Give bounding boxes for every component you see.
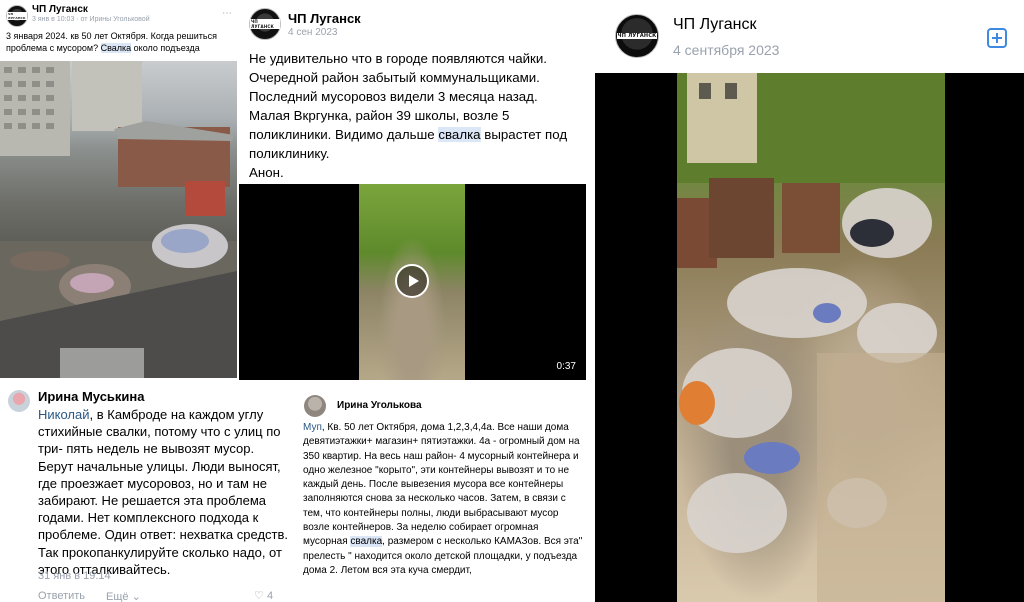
more-icon[interactable]: ⋯ [222,8,232,19]
mention-link[interactable]: Николай [38,407,90,422]
user-avatar[interactable] [304,395,326,417]
post-author[interactable]: ЧП Луганск [288,11,361,26]
comment-time[interactable]: 31 янв в 19:14 [38,570,111,582]
chevron-down-icon: ⌄ [131,591,141,602]
post-author[interactable]: ЧП Луганск [673,16,757,34]
comment-author[interactable]: Ирина Муськина [38,389,145,404]
post-meta: 3 янв в 10:03 · от Ирины Угольковой [32,16,150,23]
post-video[interactable] [595,73,1024,602]
more-button[interactable]: Ещё ⌄ [106,590,141,602]
group-avatar[interactable]: ЧП ЛУГАНСК [615,14,659,58]
user-avatar[interactable] [8,390,30,412]
post-photo[interactable] [0,61,237,378]
comment-card-e: Ирина Уголькова Муп, Кв. 50 лет Октября,… [295,383,585,602]
post-card-b: ЧП ЛУГАНСК ЧП Луганск 4 сен 2023 Не удив… [239,0,586,380]
mention-link[interactable]: Муп [303,422,322,433]
play-button[interactable] [395,264,429,298]
video-duration: 0:37 [556,361,576,372]
play-icon [409,275,419,287]
post-date: 4 сен 2023 [288,27,338,38]
comment-author[interactable]: Ирина Уголькова [337,400,422,411]
comment-text: Муп, Кв. 50 лет Октября, дома 1,2,3,4,4а… [303,422,583,576]
like-button[interactable]: ♡ 4 [254,589,273,602]
post-date: 4 сентября 2023 [673,42,780,58]
post-card-c: ЧП ЛУГАНСК ЧП Луганск 4 сентября 2023 [595,0,1024,602]
post-text: Не удивительно что в городе появляются ч… [249,51,568,180]
group-avatar[interactable]: ЧП ЛУГАНСК [249,8,281,40]
post-video[interactable]: 0:37 [239,184,586,380]
heart-icon: ♡ [254,590,264,602]
plus-square-icon[interactable] [987,28,1007,48]
post-text: 3 января 2024. кв 50 лет Октября. Когда … [6,31,217,53]
comment-text: Николай, в Камброде на каждом углу стихи… [38,407,288,577]
post-author[interactable]: ЧП Луганск [32,4,88,15]
comment-card-d: Ирина Муськина Николай, в Камброде на ка… [0,380,292,602]
video-frame [677,73,945,602]
post-card-a: ЧП ЛУГАНСК ЧП Луганск 3 янв в 10:03 · от… [0,0,237,378]
reply-button[interactable]: Ответить [38,590,85,602]
group-avatar[interactable]: ЧП ЛУГАНСК [6,5,28,27]
